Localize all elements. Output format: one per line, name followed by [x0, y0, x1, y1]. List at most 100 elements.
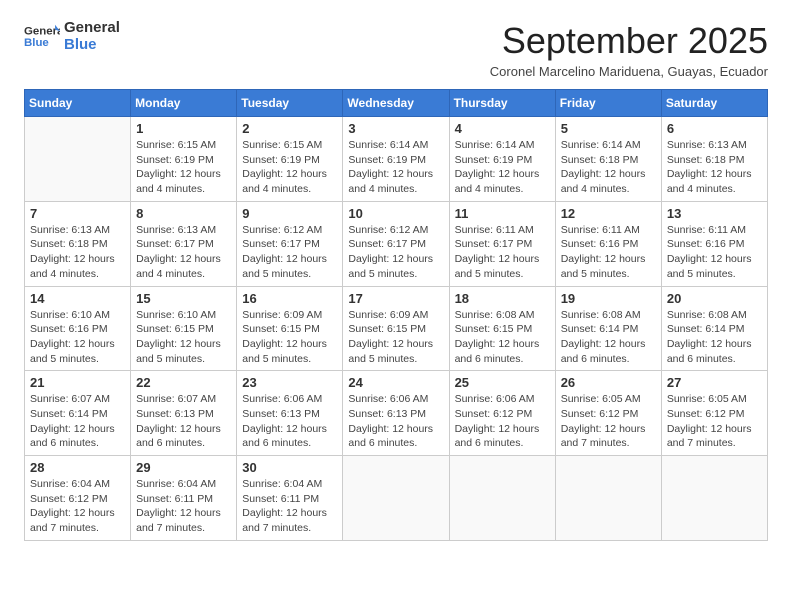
calendar-cell: 21 Sunrise: 6:07 AM Sunset: 6:14 PM Dayli… — [25, 371, 131, 456]
day-number: 21 — [30, 375, 125, 390]
day-info: Sunrise: 6:08 AM Sunset: 6:14 PM Dayligh… — [667, 308, 762, 367]
day-number: 16 — [242, 291, 337, 306]
col-header-tuesday: Tuesday — [237, 90, 343, 117]
calendar-cell: 7 Sunrise: 6:13 AM Sunset: 6:18 PM Daylig… — [25, 201, 131, 286]
calendar-cell: 20Sunrise: 6:08 AM Sunset: 6:14 PM Dayli… — [661, 286, 767, 371]
calendar-cell: 3Sunrise: 6:14 AM Sunset: 6:19 PM Daylig… — [343, 117, 449, 202]
day-info: Sunrise: 6:05 AM Sunset: 6:12 PM Dayligh… — [561, 392, 656, 451]
calendar-cell: 10Sunrise: 6:12 AM Sunset: 6:17 PM Dayli… — [343, 201, 449, 286]
day-number: 30 — [242, 460, 337, 475]
calendar-cell — [661, 456, 767, 541]
calendar-cell: 13 Sunrise: 6:11 AM Sunset: 6:16 PM Dayli… — [661, 201, 767, 286]
calendar-cell: 26 Sunrise: 6:05 AM Sunset: 6:12 PM Dayli… — [555, 371, 661, 456]
day-info: Sunrise: 6:08 AM Sunset: 6:15 PM Dayligh… — [455, 308, 550, 367]
logo: General Blue General Blue — [24, 20, 120, 53]
day-number: 18 — [455, 291, 550, 306]
calendar-week-row: 28 Sunrise: 6:04 AM Sunset: 6:12 PM Dayli… — [25, 456, 768, 541]
calendar-table: SundayMondayTuesdayWednesdayThursdayFrid… — [24, 89, 768, 541]
day-info: Sunrise: 6:14 AM Sunset: 6:18 PM Dayligh… — [561, 138, 656, 197]
logo-blue-text: Blue — [64, 37, 120, 54]
day-number: 28 — [30, 460, 125, 475]
calendar-cell — [449, 456, 555, 541]
day-number: 7 — [30, 206, 125, 221]
calendar-cell: 23Sunrise: 6:06 AM Sunset: 6:13 PM Dayli… — [237, 371, 343, 456]
day-info: Sunrise: 6:07 AM Sunset: 6:13 PM Dayligh… — [136, 392, 231, 451]
day-number: 26 — [561, 375, 656, 390]
calendar-cell: 18 Sunrise: 6:08 AM Sunset: 6:15 PM Dayli… — [449, 286, 555, 371]
calendar-week-row: 21 Sunrise: 6:07 AM Sunset: 6:14 PM Dayli… — [25, 371, 768, 456]
calendar-cell: 29Sunrise: 6:04 AM Sunset: 6:11 PM Dayli… — [131, 456, 237, 541]
day-info: Sunrise: 6:04 AM Sunset: 6:11 PM Dayligh… — [242, 477, 337, 536]
day-number: 6 — [667, 121, 762, 136]
calendar-cell — [343, 456, 449, 541]
day-number: 17 — [348, 291, 443, 306]
day-number: 1 — [136, 121, 231, 136]
day-info: Sunrise: 6:09 AM Sunset: 6:15 PM Dayligh… — [242, 308, 337, 367]
month-title: September 2025 — [502, 20, 768, 62]
logo-general-text: General — [64, 20, 120, 37]
day-info: Sunrise: 6:09 AM Sunset: 6:15 PM Dayligh… — [348, 308, 443, 367]
col-header-wednesday: Wednesday — [343, 90, 449, 117]
day-number: 9 — [242, 206, 337, 221]
day-info: Sunrise: 6:05 AM Sunset: 6:12 PM Dayligh… — [667, 392, 762, 451]
col-header-monday: Monday — [131, 90, 237, 117]
day-info: Sunrise: 6:06 AM Sunset: 6:13 PM Dayligh… — [242, 392, 337, 451]
svg-text:General: General — [24, 25, 60, 37]
day-info: Sunrise: 6:11 AM Sunset: 6:17 PM Dayligh… — [455, 223, 550, 282]
day-info: Sunrise: 6:13 AM Sunset: 6:17 PM Dayligh… — [136, 223, 231, 282]
col-header-sunday: Sunday — [25, 90, 131, 117]
day-info: Sunrise: 6:10 AM Sunset: 6:15 PM Dayligh… — [136, 308, 231, 367]
day-info: Sunrise: 6:14 AM Sunset: 6:19 PM Dayligh… — [455, 138, 550, 197]
day-info: Sunrise: 6:08 AM Sunset: 6:14 PM Dayligh… — [561, 308, 656, 367]
calendar-cell: 30 Sunrise: 6:04 AM Sunset: 6:11 PM Dayli… — [237, 456, 343, 541]
day-info: Sunrise: 6:12 AM Sunset: 6:17 PM Dayligh… — [242, 223, 337, 282]
calendar-cell: 9 Sunrise: 6:12 AM Sunset: 6:17 PM Daylig… — [237, 201, 343, 286]
day-number: 12 — [561, 206, 656, 221]
day-info: Sunrise: 6:10 AM Sunset: 6:16 PM Dayligh… — [30, 308, 125, 367]
col-header-thursday: Thursday — [449, 90, 555, 117]
calendar-cell: 5 Sunrise: 6:14 AM Sunset: 6:18 PM Daylig… — [555, 117, 661, 202]
calendar-cell: 11 Sunrise: 6:11 AM Sunset: 6:17 PM Dayli… — [449, 201, 555, 286]
calendar-cell: 22 Sunrise: 6:07 AM Sunset: 6:13 PM Dayli… — [131, 371, 237, 456]
calendar-cell: 25 Sunrise: 6:06 AM Sunset: 6:12 PM Dayli… — [449, 371, 555, 456]
day-info: Sunrise: 6:11 AM Sunset: 6:16 PM Dayligh… — [561, 223, 656, 282]
day-info: Sunrise: 6:07 AM Sunset: 6:14 PM Dayligh… — [30, 392, 125, 451]
page-header: General Blue General Blue September 2025 — [24, 20, 768, 62]
calendar-cell: 2Sunrise: 6:15 AM Sunset: 6:19 PM Daylig… — [237, 117, 343, 202]
day-number: 10 — [348, 206, 443, 221]
calendar-cell: 28 Sunrise: 6:04 AM Sunset: 6:12 PM Dayli… — [25, 456, 131, 541]
day-number: 8 — [136, 206, 231, 221]
day-number: 13 — [667, 206, 762, 221]
day-number: 4 — [455, 121, 550, 136]
location-subtitle: Coronel Marcelino Mariduena, Guayas, Ecu… — [24, 64, 768, 79]
day-number: 15 — [136, 291, 231, 306]
day-info: Sunrise: 6:13 AM Sunset: 6:18 PM Dayligh… — [30, 223, 125, 282]
calendar-cell: 4 Sunrise: 6:14 AM Sunset: 6:19 PM Daylig… — [449, 117, 555, 202]
calendar-cell: 6Sunrise: 6:13 AM Sunset: 6:18 PM Daylig… — [661, 117, 767, 202]
day-number: 22 — [136, 375, 231, 390]
day-number: 24 — [348, 375, 443, 390]
day-number: 5 — [561, 121, 656, 136]
calendar-cell — [555, 456, 661, 541]
day-info: Sunrise: 6:04 AM Sunset: 6:12 PM Dayligh… — [30, 477, 125, 536]
day-info: Sunrise: 6:06 AM Sunset: 6:13 PM Dayligh… — [348, 392, 443, 451]
calendar-cell: 19Sunrise: 6:08 AM Sunset: 6:14 PM Dayli… — [555, 286, 661, 371]
calendar-week-row: 1 Sunrise: 6:15 AM Sunset: 6:19 PM Daylig… — [25, 117, 768, 202]
calendar-cell: 27Sunrise: 6:05 AM Sunset: 6:12 PM Dayli… — [661, 371, 767, 456]
day-info: Sunrise: 6:04 AM Sunset: 6:11 PM Dayligh… — [136, 477, 231, 536]
col-header-saturday: Saturday — [661, 90, 767, 117]
day-number: 2 — [242, 121, 337, 136]
day-info: Sunrise: 6:15 AM Sunset: 6:19 PM Dayligh… — [136, 138, 231, 197]
day-number: 25 — [455, 375, 550, 390]
day-info: Sunrise: 6:11 AM Sunset: 6:16 PM Dayligh… — [667, 223, 762, 282]
calendar-cell: 8 Sunrise: 6:13 AM Sunset: 6:17 PM Daylig… — [131, 201, 237, 286]
calendar-cell: 17 Sunrise: 6:09 AM Sunset: 6:15 PM Dayli… — [343, 286, 449, 371]
day-number: 11 — [455, 206, 550, 221]
calendar-week-row: 14Sunrise: 6:10 AM Sunset: 6:16 PM Dayli… — [25, 286, 768, 371]
calendar-cell: 12 Sunrise: 6:11 AM Sunset: 6:16 PM Dayli… — [555, 201, 661, 286]
day-info: Sunrise: 6:06 AM Sunset: 6:12 PM Dayligh… — [455, 392, 550, 451]
day-info: Sunrise: 6:14 AM Sunset: 6:19 PM Dayligh… — [348, 138, 443, 197]
svg-text:Blue: Blue — [24, 37, 49, 49]
calendar-cell — [25, 117, 131, 202]
calendar-cell: 14Sunrise: 6:10 AM Sunset: 6:16 PM Dayli… — [25, 286, 131, 371]
